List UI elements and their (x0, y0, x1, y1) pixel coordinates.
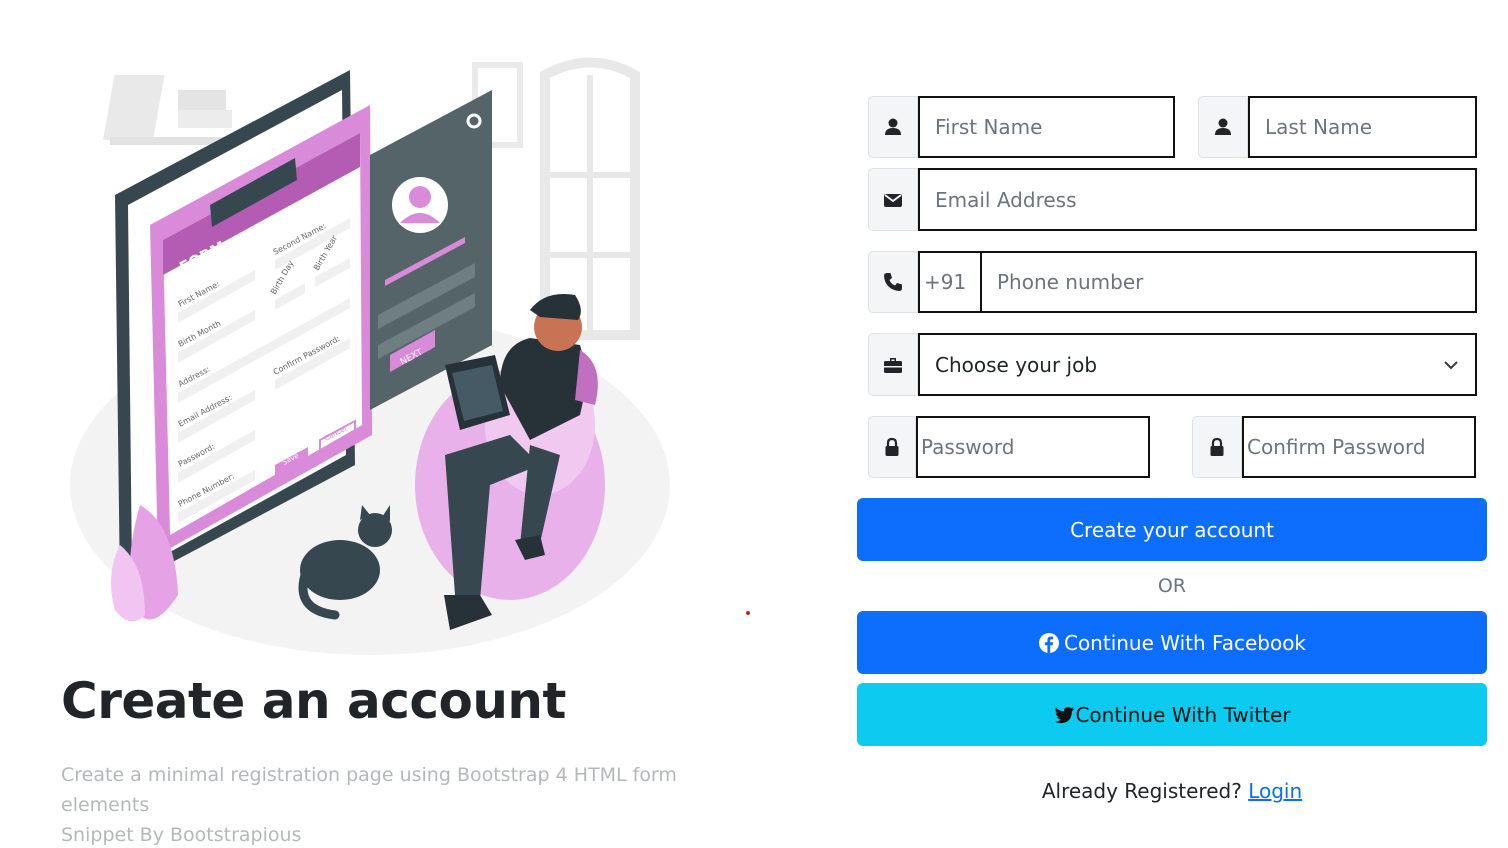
confirm-password-group: Confirm Password (1192, 416, 1476, 478)
first-name-addon (868, 96, 918, 158)
phone-addon (868, 251, 918, 313)
twitter-button[interactable]: Continue With Twitter (857, 683, 1487, 746)
password-input[interactable]: Password (916, 416, 1150, 478)
last-name-addon (1198, 96, 1248, 158)
login-link[interactable]: Login (1248, 779, 1302, 803)
phone-country-code[interactable]: +91 (918, 251, 980, 313)
password-addon (868, 416, 916, 478)
user-icon (885, 118, 901, 135)
email-addon (868, 168, 918, 231)
job-addon (868, 333, 918, 396)
red-dot (746, 611, 750, 615)
confirm-password-addon (1192, 416, 1242, 478)
create-account-label: Create your account (1070, 517, 1274, 542)
phone-input[interactable]: Phone number (980, 251, 1477, 313)
twitter-icon (1055, 706, 1075, 723)
user-icon (1215, 118, 1231, 135)
password-group: Password (868, 416, 1150, 478)
page-title: Create an account (61, 672, 566, 730)
phone-group: +91 Phone number (868, 251, 1477, 313)
last-name-group: Last Name (1198, 96, 1477, 158)
lock-icon (885, 437, 899, 456)
email-input[interactable]: Email Address (918, 168, 1477, 231)
job-select-value: Choose your job (935, 352, 1098, 377)
create-account-button[interactable]: Create your account (857, 498, 1487, 561)
phone-icon (884, 273, 902, 291)
already-registered-text: Already Registered? (1041, 779, 1242, 803)
already-registered: Already Registered? Login (857, 779, 1487, 803)
first-name-input[interactable]: First Name (918, 96, 1175, 158)
chevron-down-icon (1444, 360, 1458, 369)
job-select[interactable]: Choose your job (918, 333, 1477, 396)
facebook-button[interactable]: Continue With Facebook (857, 611, 1487, 674)
first-name-group: First Name (868, 96, 1175, 158)
lock-icon (1210, 437, 1224, 456)
subtitle-credit: Snippet By Bootstrapious (61, 824, 302, 846)
twitter-label: Continue With Twitter (1075, 702, 1291, 727)
email-group: Email Address (868, 168, 1477, 231)
page-subtitle: Create a minimal registration page using… (61, 760, 761, 848)
facebook-label: Continue With Facebook (1063, 630, 1307, 655)
or-divider: OR (1157, 575, 1187, 597)
briefcase-icon (884, 357, 902, 373)
envelope-icon (884, 193, 902, 207)
confirm-password-input[interactable]: Confirm Password (1242, 416, 1476, 478)
registration-illustration: FORM First Name: Second Name: Birth Mont… (70, 57, 670, 655)
subtitle-description: Create a minimal registration page using… (61, 764, 677, 816)
facebook-icon (1038, 632, 1059, 653)
last-name-input[interactable]: Last Name (1248, 96, 1477, 158)
job-group: Choose your job (868, 333, 1477, 396)
